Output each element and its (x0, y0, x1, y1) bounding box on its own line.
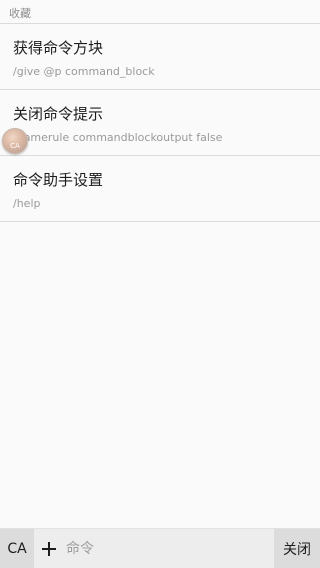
close-button[interactable]: 关闭 (274, 528, 320, 568)
add-button[interactable] (34, 529, 64, 568)
floating-assistant-badge[interactable]: CA (2, 128, 28, 154)
favorite-item-help-settings[interactable]: 命令助手设置 /help (0, 156, 320, 222)
plus-icon (42, 541, 56, 556)
favorites-header: 收藏 (0, 0, 320, 24)
favorite-title: 关闭命令提示 (13, 105, 104, 123)
favorite-item-give-command-block[interactable]: 获得命令方块 /give @p command_block (0, 24, 320, 90)
bottom-command-bar: CA 关闭 (0, 528, 320, 568)
screen: 收藏 获得命令方块 /give @p command_block 关闭命令提示 … (0, 0, 320, 568)
favorite-item-disable-command-output[interactable]: 关闭命令提示 /gamerule commandblockoutput fals… (0, 90, 320, 156)
ca-button[interactable]: CA (0, 528, 34, 568)
favorite-command: /give @p command_block (13, 65, 155, 78)
favorite-title: 命令助手设置 (13, 171, 104, 189)
favorite-command: /help (13, 197, 41, 210)
command-input[interactable] (64, 528, 274, 568)
favorite-command: /gamerule commandblockoutput false (13, 131, 223, 144)
favorite-title: 获得命令方块 (13, 39, 104, 57)
floating-badge-label: CA (10, 142, 20, 150)
